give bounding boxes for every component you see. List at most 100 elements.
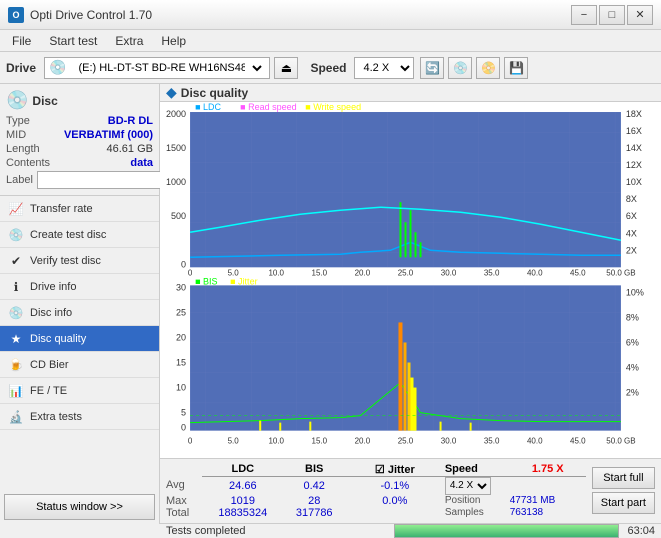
svg-text:500: 500 — [171, 211, 186, 221]
avg-ldc: 24.66 — [202, 476, 284, 495]
drive-select[interactable]: (E:) HL-DT-ST BD-RE WH16NS48 1.D3 — [70, 58, 265, 78]
nav-transfer-rate[interactable]: 📈 Transfer rate — [0, 196, 159, 222]
disc-contents-value: data — [130, 157, 153, 169]
nav-drive-info-label: Drive info — [30, 281, 76, 293]
svg-text:8%: 8% — [626, 312, 639, 322]
verify-test-disc-icon: ✔ — [8, 253, 24, 269]
eject-button[interactable]: ⏏ — [274, 57, 298, 79]
title-bar: O Opti Drive Control 1.70 − □ ✕ — [0, 0, 661, 30]
svg-text:10.0: 10.0 — [268, 268, 284, 277]
avg-bis: 0.42 — [284, 476, 345, 495]
svg-text:10: 10 — [176, 383, 186, 393]
speed-header: Speed — [445, 463, 510, 477]
svg-text:14X: 14X — [626, 143, 642, 153]
start-part-button[interactable]: Start part — [592, 492, 655, 514]
fe-te-icon: 📊 — [8, 383, 24, 399]
stats-table: LDC BIS ☑ Jitter Speed 1.75 X — [166, 463, 586, 519]
svg-text:2000: 2000 — [166, 109, 186, 119]
disc-label-label: Label — [6, 174, 33, 186]
svg-text:25.0: 25.0 — [398, 268, 414, 277]
save-button[interactable]: 💾 — [504, 57, 528, 79]
svg-text:1500: 1500 — [166, 143, 186, 153]
svg-text:8X: 8X — [626, 194, 637, 204]
nav-cd-bier[interactable]: 🍺 CD Bier — [0, 352, 159, 378]
nav-cd-bier-label: CD Bier — [30, 359, 69, 371]
svg-text:12X: 12X — [626, 160, 642, 170]
minimize-button[interactable]: − — [571, 5, 597, 25]
svg-text:2X: 2X — [626, 245, 637, 255]
total-row: Total 18835324 317786 Samples 763138 — [166, 507, 586, 519]
status-bar: Tests completed 63:04 — [160, 523, 661, 538]
toolbar: Drive 💿 (E:) HL-DT-ST BD-RE WH16NS48 1.D… — [0, 52, 661, 84]
max-ldc: 1019 — [202, 495, 284, 507]
menu-extra[interactable]: Extra — [107, 32, 151, 50]
svg-text:45.0: 45.0 — [570, 268, 586, 277]
app-title: Opti Drive Control 1.70 — [30, 8, 152, 22]
progress-bar-fill — [395, 525, 619, 537]
nav-disc-quality-label: Disc quality — [30, 333, 86, 345]
status-window-button[interactable]: Status window >> — [4, 494, 155, 520]
nav-fe-te-label: FE / TE — [30, 385, 67, 397]
svg-text:5: 5 — [181, 408, 186, 418]
svg-text:6X: 6X — [626, 211, 637, 221]
drive-label: Drive — [6, 61, 36, 75]
chart-title: Disc quality — [181, 86, 248, 100]
progress-bar-container — [394, 524, 620, 538]
speed-select[interactable]: 4.2 X — [354, 57, 414, 79]
menu-help[interactable]: Help — [153, 32, 194, 50]
samples-label: Samples — [445, 507, 510, 519]
left-panel: 💿 Disc Type BD-R DL MID VERBATIMf (000) … — [0, 84, 160, 524]
stats-table-area: LDC BIS ☑ Jitter Speed 1.75 X — [166, 463, 586, 519]
svg-text:35.0: 35.0 — [484, 268, 500, 277]
disc-type-row: Type BD-R DL — [6, 115, 153, 127]
disc-quality-chart: 2000 1500 1000 500 0 18X 16X 14X 12X 10X… — [160, 102, 661, 458]
disc-button[interactable]: 💿 — [448, 57, 472, 79]
disc-contents-row: Contents data — [6, 157, 153, 169]
nav-disc-info[interactable]: 💿 Disc info — [0, 300, 159, 326]
disc-title: Disc — [32, 94, 57, 108]
speed-val-header: 1.75 X — [510, 463, 586, 477]
svg-text:■ BIS: ■ BIS — [195, 276, 217, 286]
svg-text:20: 20 — [176, 332, 186, 342]
svg-text:0: 0 — [188, 437, 193, 446]
svg-text:1000: 1000 — [166, 177, 186, 187]
svg-text:10.0: 10.0 — [268, 437, 284, 446]
chart-container: 2000 1500 1000 500 0 18X 16X 14X 12X 10X… — [160, 102, 661, 458]
disc2-button[interactable]: 📀 — [476, 57, 500, 79]
create-test-disc-icon: 💿 — [8, 227, 24, 243]
nav-verify-test-disc[interactable]: ✔ Verify test disc — [0, 248, 159, 274]
refresh-button[interactable]: 🔄 — [420, 57, 444, 79]
max-jitter: 0.0% — [345, 495, 445, 507]
nav-disc-info-label: Disc info — [30, 307, 72, 319]
nav-fe-te[interactable]: 📊 FE / TE — [0, 378, 159, 404]
speed-select-stats[interactable]: 4.2 X — [445, 477, 491, 495]
svg-text:20.0: 20.0 — [355, 437, 371, 446]
chart-header: ◆ Disc quality — [160, 84, 661, 102]
svg-text:30: 30 — [176, 282, 186, 292]
start-full-button[interactable]: Start full — [592, 467, 655, 489]
menu-start-test[interactable]: Start test — [41, 32, 105, 50]
svg-text:30.0: 30.0 — [441, 437, 457, 446]
ldc-header: LDC — [202, 463, 284, 477]
total-jitter — [345, 507, 445, 519]
menu-file[interactable]: File — [4, 32, 39, 50]
maximize-button[interactable]: □ — [599, 5, 625, 25]
disc-label-input[interactable] — [37, 171, 175, 189]
nav-create-test-disc[interactable]: 💿 Create test disc — [0, 222, 159, 248]
svg-text:16X: 16X — [626, 126, 642, 136]
nav-drive-info[interactable]: ℹ Drive info — [0, 274, 159, 300]
nav-disc-quality[interactable]: ★ Disc quality — [0, 326, 159, 352]
chart-title-icon: ◆ — [166, 84, 177, 101]
svg-text:18X: 18X — [626, 109, 642, 119]
svg-text:50.0 GB: 50.0 GB — [606, 268, 635, 277]
disc-type-label: Type — [6, 115, 30, 127]
close-button[interactable]: ✕ — [627, 5, 653, 25]
disc-info-icon: 💿 — [8, 305, 24, 321]
svg-text:40.0: 40.0 — [527, 437, 543, 446]
right-panel: ◆ Disc quality 2000 1500 1000 500 — [160, 84, 661, 524]
nav-extra-tests[interactable]: 🔬 Extra tests — [0, 404, 159, 430]
stats-area: LDC BIS ☑ Jitter Speed 1.75 X — [160, 458, 661, 523]
bis-header: BIS — [284, 463, 345, 477]
svg-text:35.0: 35.0 — [484, 437, 500, 446]
app-icon: O — [8, 7, 24, 23]
